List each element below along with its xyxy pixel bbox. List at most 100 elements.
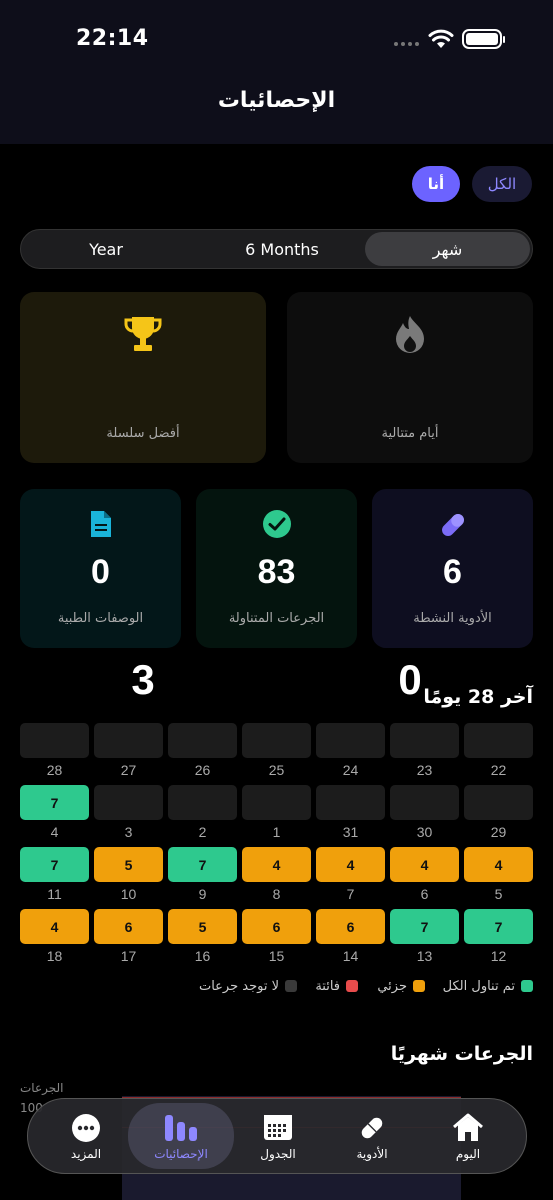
day-cell-partial: 6 (242, 909, 311, 944)
tab-medications[interactable]: الأدوية (322, 1099, 422, 1173)
day-number: 16 (194, 948, 211, 964)
day-cell-none (390, 723, 459, 758)
day-number: 27 (120, 762, 137, 778)
day-number: 31 (342, 824, 359, 840)
calendar-icon (228, 1113, 328, 1145)
day-cell-none (168, 723, 237, 758)
day-cell-all: 7 (168, 847, 237, 882)
prescriptions-card: 0 الوصفات الطبية (20, 489, 181, 648)
day-cell-none (168, 785, 237, 820)
day-number: 30 (416, 824, 433, 840)
tab-more[interactable]: المزيد (36, 1099, 136, 1173)
day-number: 9 (198, 886, 207, 902)
prescriptions-value: 0 (91, 553, 110, 591)
prescriptions-label: الوصفات الطبية (57, 611, 144, 626)
tab-schedule[interactable]: الجدول (228, 1099, 328, 1173)
day-number: 29 (490, 824, 507, 840)
status-time: 22:14 (76, 26, 149, 51)
day-number: 6 (420, 886, 429, 902)
tab-today[interactable]: اليوم (418, 1099, 518, 1173)
day-number: 26 (194, 762, 211, 778)
legend-none: لا توجد جرعات (199, 977, 297, 995)
day-number: 24 (342, 762, 359, 778)
scope-me-button[interactable]: أنا (412, 166, 460, 202)
day-number: 25 (268, 762, 285, 778)
legend-missed-swatch (346, 980, 358, 992)
day-cell-partial: 6 (316, 909, 385, 944)
day-number: 11 (47, 886, 62, 902)
legend-none-label: لا توجد جرعات (198, 978, 279, 994)
day-number: 5 (494, 886, 503, 902)
day-cell-none (316, 723, 385, 758)
day-cell-none (390, 785, 459, 820)
day-cell-none (464, 785, 533, 820)
period-6-months-tab[interactable]: 6 Months (199, 232, 365, 266)
active-meds-label: الأدوية النشطة (413, 611, 492, 626)
legend-all: تم تناول الكل (443, 977, 533, 995)
pill-icon (322, 1113, 422, 1147)
active-meds-value: 6 (443, 553, 462, 591)
day-cell-all: 7 (20, 785, 89, 820)
tab-medications-label: الأدوية (356, 1147, 388, 1161)
active-meds-card: 6 الأدوية النشطة (372, 489, 533, 648)
day-cell-none (242, 785, 311, 820)
tab-schedule-label: الجدول (260, 1147, 296, 1161)
period-selector: Year 6 Months شهر (20, 229, 533, 269)
day-cell-partial: 4 (20, 909, 89, 944)
day-cell-all: 7 (20, 847, 89, 882)
period-year-tab[interactable]: Year (23, 232, 189, 266)
doses-taken-value: 83 (257, 553, 296, 591)
day-cell-all: 7 (390, 909, 459, 944)
day-number: 1 (272, 824, 281, 840)
day-cell-partial: 4 (390, 847, 459, 882)
signal-dots-icon (394, 42, 419, 46)
best-streak-card: 3 أفضل سلسلة (20, 292, 266, 703)
best-streak-label: أفضل سلسلة (106, 426, 180, 441)
period-month-tab[interactable]: شهر (365, 232, 530, 266)
day-number: 18 (46, 948, 63, 964)
bottom-tab-bar: اليوم الأدوية الجدول الإحصائيات المزيد (27, 1098, 527, 1174)
day-cell-all: 7 (464, 909, 533, 944)
legend-all-label: تم تناول الكل (442, 978, 515, 994)
check-circle-icon (196, 509, 357, 543)
day-cell-none (94, 723, 163, 758)
day-number: 15 (268, 948, 285, 964)
tab-statistics-label: الإحصائيات (154, 1147, 208, 1161)
tab-more-label: المزيد (70, 1147, 102, 1161)
day-number: 14 (342, 948, 359, 964)
day-cell-none (20, 723, 89, 758)
consecutive-days-label: أيام متتالية (381, 426, 439, 441)
day-number: 13 (416, 948, 433, 964)
day-cell-partial: 6 (94, 909, 163, 944)
legend-all-swatch (521, 980, 533, 992)
day-number: 23 (416, 762, 433, 778)
home-icon (418, 1113, 518, 1147)
flame-icon (287, 314, 533, 358)
page-title: الإحصائيات (217, 88, 336, 113)
day-number: 4 (50, 824, 59, 840)
trophy-icon (20, 314, 266, 358)
day-cell-none (464, 723, 533, 758)
battery-icon (462, 29, 505, 49)
day-cell-partial: 5 (94, 847, 163, 882)
document-icon (20, 509, 181, 543)
doses-taken-label: الجرعات المتناولة (228, 611, 325, 626)
day-cell-none (316, 785, 385, 820)
legend-none-swatch (285, 980, 297, 992)
consecutive-days-card: 0 أيام متتالية (287, 292, 533, 703)
legend-partial-label: جزئي (377, 978, 407, 994)
day-number: 12 (490, 948, 507, 964)
wifi-icon (428, 29, 454, 48)
doses-taken-card: 83 الجرعات المتناولة (196, 489, 357, 648)
day-number: 2 (198, 824, 207, 840)
day-cell-partial: 5 (168, 909, 237, 944)
monthly-doses-title: الجرعات شهريًا (390, 1043, 533, 1065)
best-streak-value: 3 (131, 656, 155, 703)
day-number: 10 (120, 886, 137, 902)
pill-icon (372, 509, 533, 545)
day-cell-none (94, 785, 163, 820)
legend-missed: فائتة (315, 977, 358, 995)
tab-statistics[interactable]: الإحصائيات (128, 1103, 234, 1169)
legend-partial-swatch (413, 980, 425, 992)
scope-all-button[interactable]: الكل (472, 166, 532, 202)
